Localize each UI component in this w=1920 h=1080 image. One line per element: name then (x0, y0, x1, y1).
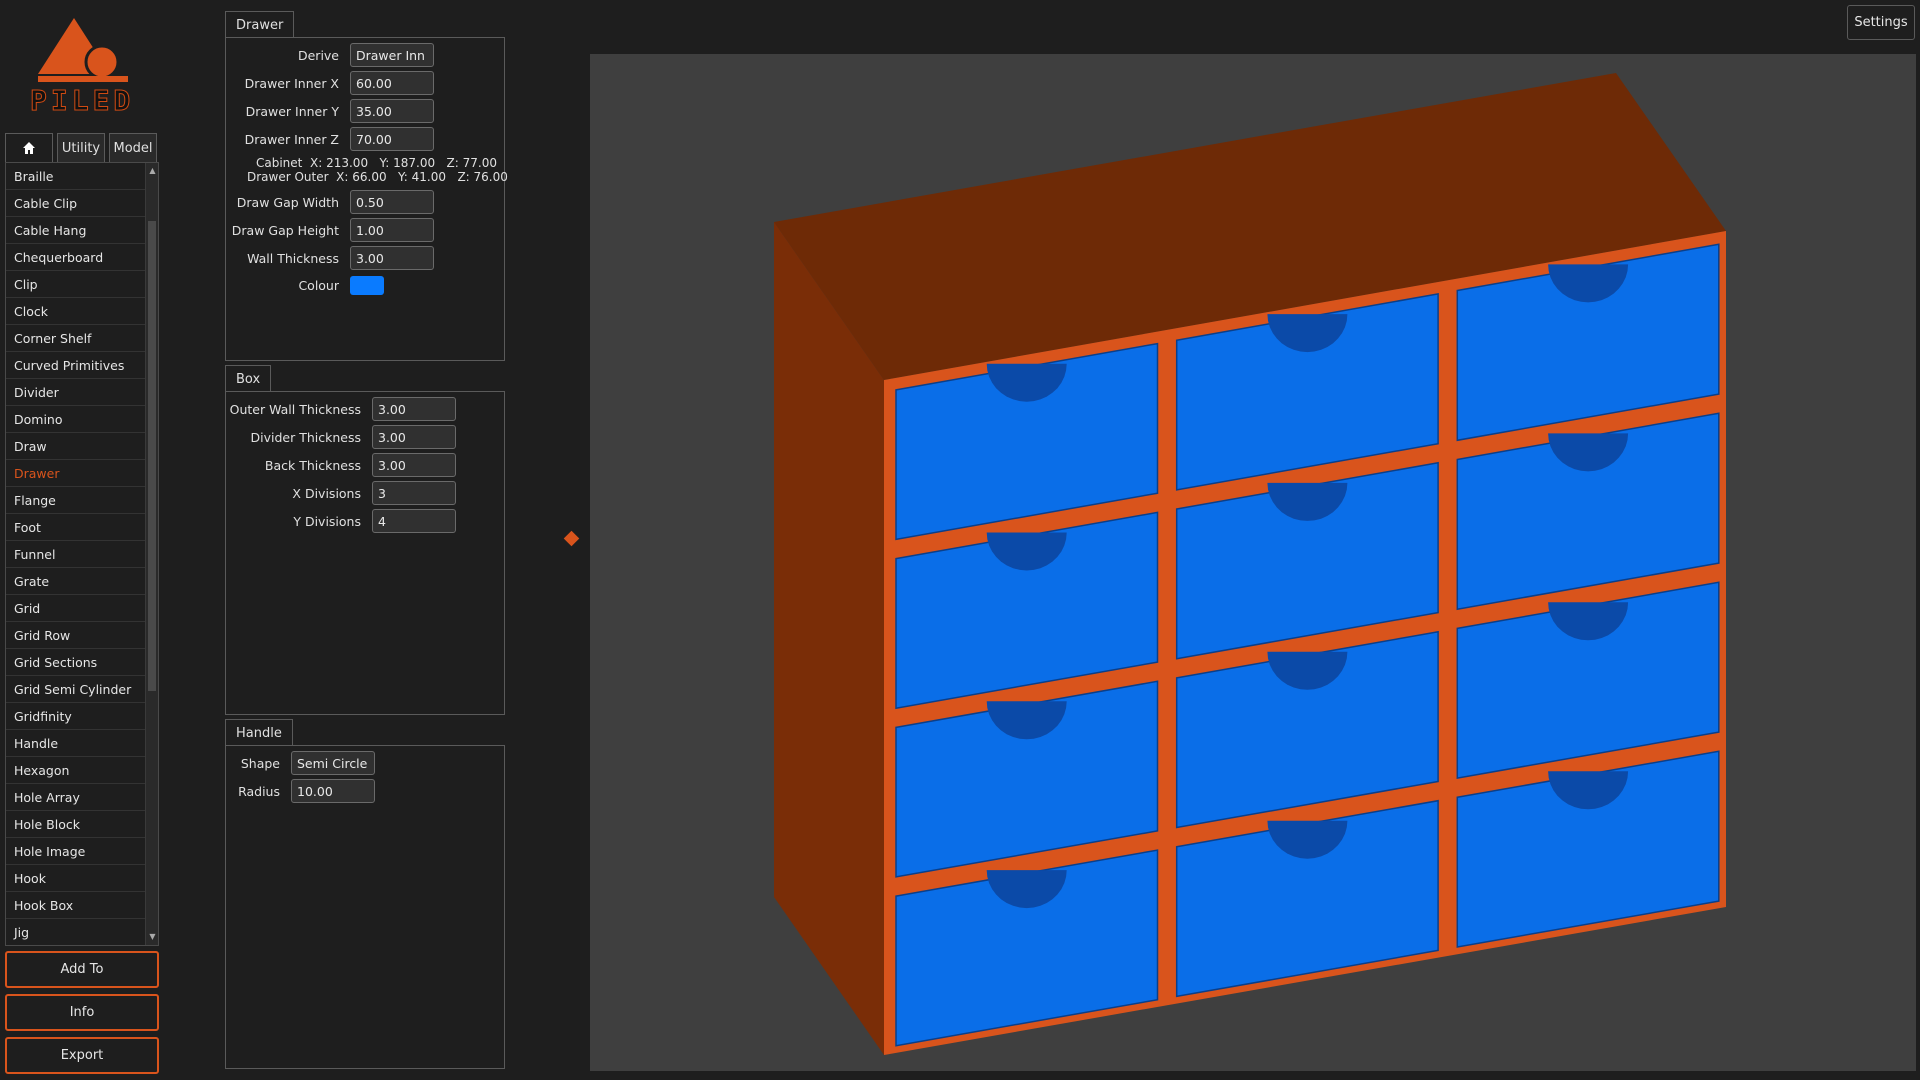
inner-x-label: Drawer Inner X (244, 75, 339, 91)
model-viewport[interactable] (590, 54, 1916, 1071)
list-item[interactable]: Curved Primitives (6, 352, 146, 379)
colour-swatch[interactable] (350, 276, 384, 295)
list-item[interactable]: Gridfinity (6, 703, 146, 730)
list-item[interactable]: Braille (6, 163, 146, 190)
drawer-group-tab[interactable]: Drawer (225, 11, 295, 38)
list-item[interactable]: Chequerboard (6, 244, 146, 271)
inner-y-label: Drawer Inner Y (245, 103, 339, 119)
x-divisions-input[interactable]: 3 (372, 481, 456, 505)
scroll-up-icon[interactable]: ▲ (148, 165, 157, 177)
derive-label: Derive (297, 47, 339, 63)
list-item[interactable]: Cable Clip (6, 190, 146, 217)
list-item[interactable]: Hexagon (6, 757, 146, 784)
colour-label: Colour (298, 277, 339, 293)
tab-home[interactable] (5, 133, 53, 162)
gap-width-input[interactable]: 0.50 (350, 190, 434, 214)
info-button[interactable]: Info (5, 994, 159, 1031)
export-button[interactable]: Export (5, 1037, 159, 1074)
home-icon (23, 142, 35, 154)
scroll-down-icon[interactable]: ▼ (148, 931, 157, 943)
gap-height-input[interactable]: 1.00 (350, 218, 434, 242)
radius-label: Radius (238, 783, 280, 799)
drawer-outer-dimensions: Drawer Outer X: 66.00 Y: 41.00 Z: 76.00 (247, 170, 508, 184)
logo-wordmark: PILED (30, 84, 135, 118)
list-item[interactable]: Grid (6, 595, 146, 622)
app-window: PILED Utility Model Braille Cable Clip Cab… (0, 0, 1920, 1080)
list-item[interactable]: Divider (6, 379, 146, 406)
tab-label: Utility (61, 140, 101, 156)
list-item[interactable]: Flange (6, 487, 146, 514)
list-item[interactable]: Hole Array (6, 784, 146, 811)
handle-group: Shape Semi Circle Radius 10.00 (225, 745, 505, 1069)
derive-select[interactable]: Drawer Inn (350, 43, 434, 67)
tab-utility[interactable]: Utility (57, 133, 105, 162)
list-item[interactable]: Cable Hang (6, 217, 146, 244)
model-list[interactable]: Braille Cable Clip Cable Hang Chequerboard C… (5, 162, 159, 946)
list-item[interactable]: Grid Semi Cylinder (6, 676, 146, 703)
list-item[interactable]: Domino (6, 406, 146, 433)
list-item[interactable]: Grid Sections (6, 649, 146, 676)
gap-width-label: Draw Gap Width (236, 194, 339, 210)
list-item[interactable]: Corner Shelf (6, 325, 146, 352)
app-logo: PILED (30, 14, 135, 119)
list-item[interactable]: Handle (6, 730, 146, 757)
list-item[interactable]: Grid Row (6, 622, 146, 649)
list-item[interactable]: Clip (6, 271, 146, 298)
splitter-handle-icon[interactable] (563, 530, 580, 547)
wall-thickness-input[interactable]: 3.00 (350, 246, 434, 270)
tab-label: Model (113, 140, 153, 156)
x-divisions-label: X Divisions (292, 485, 361, 501)
list-item[interactable]: Hook (6, 865, 146, 892)
list-item[interactable]: Hook Box (6, 892, 146, 919)
list-item[interactable]: Drawer (6, 460, 146, 487)
divider-thickness-input[interactable]: 3.00 (372, 425, 456, 449)
model-list-items: Braille Cable Clip Cable Hang Chequerboard C… (6, 163, 158, 945)
inner-z-input[interactable]: 70.00 (350, 127, 434, 151)
outer-wall-input[interactable]: 3.00 (372, 397, 456, 421)
inner-y-input[interactable]: 35.00 (350, 99, 434, 123)
list-item[interactable]: Clock (6, 298, 146, 325)
model-list-scrollbar[interactable]: ▲ ▼ (145, 163, 158, 945)
wall-thickness-label: Wall Thickness (247, 250, 339, 266)
divider-thickness-label: Divider Thickness (250, 429, 362, 445)
cabinet-dimensions: Cabinet X: 213.00 Y: 187.00 Z: 77.00 (256, 156, 497, 170)
shape-select[interactable]: Semi Circle (291, 751, 375, 775)
shape-label: Shape (240, 755, 280, 771)
inner-x-input[interactable]: 60.00 (350, 71, 434, 95)
list-item[interactable]: Hole Block (6, 811, 146, 838)
list-item[interactable]: Grate (6, 568, 146, 595)
settings-button[interactable]: Settings (1847, 5, 1915, 40)
inner-z-label: Drawer Inner Z (244, 131, 339, 147)
drawer-group: Derive Drawer Inn Drawer Inner X 60.00 D… (225, 37, 508, 361)
tab-model[interactable]: Model (109, 133, 157, 162)
y-divisions-label: Y Divisions (293, 513, 361, 529)
handle-group-tab[interactable]: Handle (225, 719, 293, 746)
scroll-thumb[interactable] (148, 221, 156, 691)
add-to-button[interactable]: Add To (5, 951, 159, 988)
box-group: Outer Wall Thickness 3.00 Divider Thickn… (225, 391, 505, 715)
list-item[interactable]: Hole Image (6, 838, 146, 865)
back-thickness-label: Back Thickness (264, 457, 361, 473)
box-group-tab[interactable]: Box (225, 365, 272, 392)
list-item[interactable]: Draw (6, 433, 146, 460)
list-item[interactable]: Jig (6, 919, 146, 945)
category-tabs: Utility Model (5, 133, 157, 163)
y-divisions-input[interactable]: 4 (372, 509, 456, 533)
list-item[interactable]: Foot (6, 514, 146, 541)
back-thickness-input[interactable]: 3.00 (372, 453, 456, 477)
gap-height-label: Draw Gap Height (231, 222, 339, 238)
list-item[interactable]: Funnel (6, 541, 146, 568)
outer-wall-label: Outer Wall Thickness (229, 401, 361, 417)
radius-input[interactable]: 10.00 (291, 779, 375, 803)
cabinet-model (774, 73, 1726, 1055)
